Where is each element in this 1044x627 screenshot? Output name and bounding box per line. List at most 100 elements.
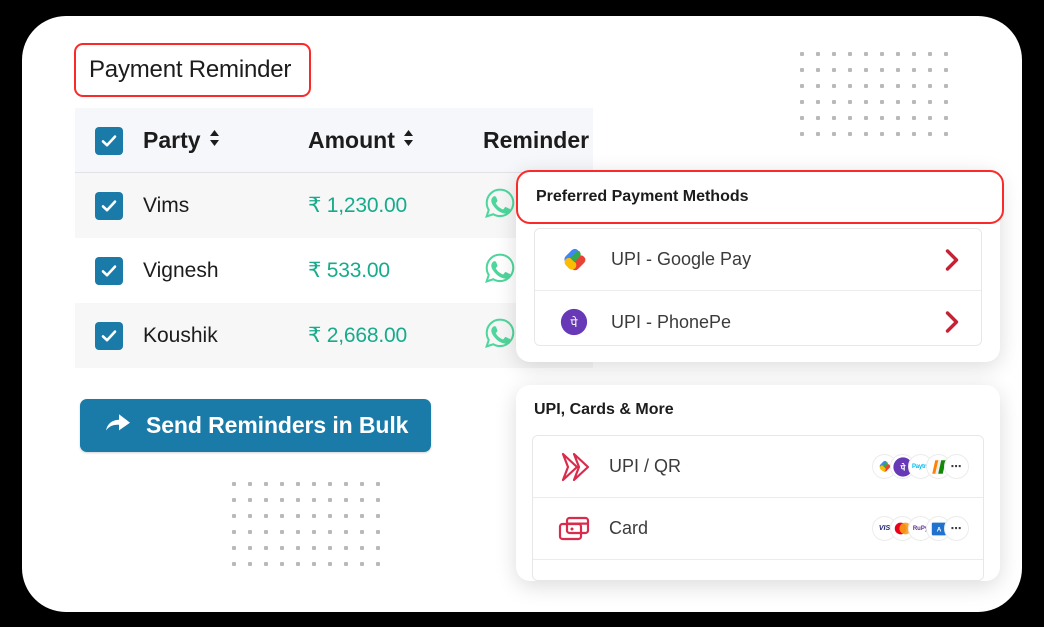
decorative-dot — [816, 84, 820, 88]
whatsapp-icon[interactable] — [483, 186, 517, 225]
decorative-dot — [280, 562, 284, 566]
decorative-dot — [880, 132, 884, 136]
svg-text:पे: पे — [571, 316, 579, 330]
decorative-dot — [360, 514, 364, 518]
decorative-dot — [864, 68, 868, 72]
decorative-dot — [280, 482, 284, 486]
decorative-dot — [912, 84, 916, 88]
decorative-dot — [344, 514, 348, 518]
decorative-dot — [944, 84, 948, 88]
amount-value: ₹ 2,668.00 — [308, 324, 407, 347]
decorative-dot — [344, 562, 348, 566]
decorative-dot — [232, 498, 236, 502]
send-reminders-label: Send Reminders in Bulk — [146, 412, 409, 438]
column-header-party[interactable]: Party — [143, 127, 308, 154]
decorative-dot — [280, 530, 284, 534]
upi-qr-icon — [557, 450, 609, 484]
row-checkbox[interactable] — [95, 321, 123, 350]
decorative-dot — [376, 498, 380, 502]
sort-arrows-icon[interactable] — [208, 127, 221, 154]
decorative-dot — [928, 52, 932, 56]
row-checkbox-cell[interactable] — [75, 191, 143, 220]
decorative-dot — [312, 546, 316, 550]
share-arrow-icon — [104, 411, 132, 440]
payment-method-label: UPI / QR — [609, 456, 682, 476]
decorative-dot — [800, 52, 804, 56]
whatsapp-icon[interactable] — [483, 251, 517, 290]
payment-method-row-google-pay[interactable]: UPI - Google Pay — [535, 229, 981, 291]
decorative-dot — [896, 132, 900, 136]
row-checkbox-cell[interactable] — [75, 256, 143, 285]
decorative-dot — [360, 562, 364, 566]
decorative-dot — [312, 530, 316, 534]
preferred-methods-list: UPI - Google Pay पे UPI - PhonePe — [534, 228, 982, 346]
decorative-dot — [832, 68, 836, 72]
decorative-dot — [832, 52, 836, 56]
select-all-checkbox[interactable] — [95, 126, 123, 155]
decorative-dot — [232, 562, 236, 566]
payment-method-row-phonepe[interactable]: पे UPI - PhonePe — [535, 291, 981, 345]
send-reminders-button[interactable]: Send Reminders in Bulk — [80, 399, 431, 452]
decorative-dot — [800, 100, 804, 104]
decorative-dot — [344, 498, 348, 502]
party-name: Vims — [143, 193, 190, 217]
whatsapp-icon[interactable] — [483, 316, 517, 355]
decorative-dot — [928, 68, 932, 72]
card-icon — [557, 513, 609, 545]
decorative-dot — [312, 498, 316, 502]
payment-method-row-card[interactable]: Card VIS RuPy A ⋯ — [533, 498, 983, 560]
decorative-dot — [296, 546, 300, 550]
svg-text:A: A — [936, 526, 941, 533]
decorative-dot — [864, 116, 868, 120]
chevron-right-icon[interactable] — [944, 310, 967, 334]
decorative-dot — [360, 482, 364, 486]
decorative-dot — [816, 116, 820, 120]
more-badge[interactable]: ⋯ — [944, 516, 969, 541]
upi-cards-more-panel: UPI, Cards & More UPI / QR पे Paytm ⋯ Ca… — [516, 385, 1000, 581]
row-checkbox[interactable] — [95, 256, 123, 285]
payment-method-label: Card — [609, 518, 649, 538]
decorative-dot — [264, 514, 268, 518]
decorative-dot — [800, 68, 804, 72]
decorative-dot — [376, 530, 380, 534]
decorative-dot — [328, 530, 332, 534]
card-network-badges: VIS RuPy A ⋯ — [872, 516, 969, 541]
decorative-dot — [248, 530, 252, 534]
decorative-dot — [248, 514, 252, 518]
decorative-dot — [232, 514, 236, 518]
decorative-dot — [880, 100, 884, 104]
row-party-cell: Koushik — [143, 324, 308, 348]
select-all-cell[interactable] — [75, 126, 143, 155]
row-checkbox-cell[interactable] — [75, 321, 143, 350]
upi-provider-badges: पे Paytm ⋯ — [872, 454, 969, 479]
table-header-row: Party Amount Reminder — [75, 108, 593, 173]
decorative-dot — [280, 546, 284, 550]
payment-method-row-partial[interactable] — [533, 560, 983, 580]
decorative-dot — [896, 68, 900, 72]
chevron-right-icon[interactable] — [944, 248, 967, 272]
decorative-dot — [912, 100, 916, 104]
decorative-dot — [944, 132, 948, 136]
column-header-reminder: Reminder — [483, 127, 593, 154]
decorative-dot — [248, 562, 252, 566]
decorative-dot — [944, 116, 948, 120]
column-header-reminder-label: Reminder — [483, 127, 590, 153]
decorative-dot — [328, 562, 332, 566]
row-amount-cell: ₹ 2,668.00 — [308, 323, 483, 348]
decorative-dot — [248, 546, 252, 550]
row-checkbox[interactable] — [95, 191, 123, 220]
payment-method-row-upi-qr[interactable]: UPI / QR पे Paytm ⋯ — [533, 436, 983, 498]
decorative-dot — [296, 482, 300, 486]
column-header-amount[interactable]: Amount — [308, 127, 483, 154]
decorative-dot — [328, 482, 332, 486]
decorative-dot — [832, 84, 836, 88]
amount-value: ₹ 533.00 — [308, 259, 390, 282]
more-dots-icon: ⋯ — [950, 460, 963, 473]
payment-method-label: UPI - PhonePe — [611, 311, 732, 332]
more-badge[interactable]: ⋯ — [944, 454, 969, 479]
sort-arrows-icon[interactable] — [402, 127, 415, 154]
decorative-dot — [832, 100, 836, 104]
decorative-dot — [928, 132, 932, 136]
decorative-dot — [232, 482, 236, 486]
decorative-dot — [264, 562, 268, 566]
